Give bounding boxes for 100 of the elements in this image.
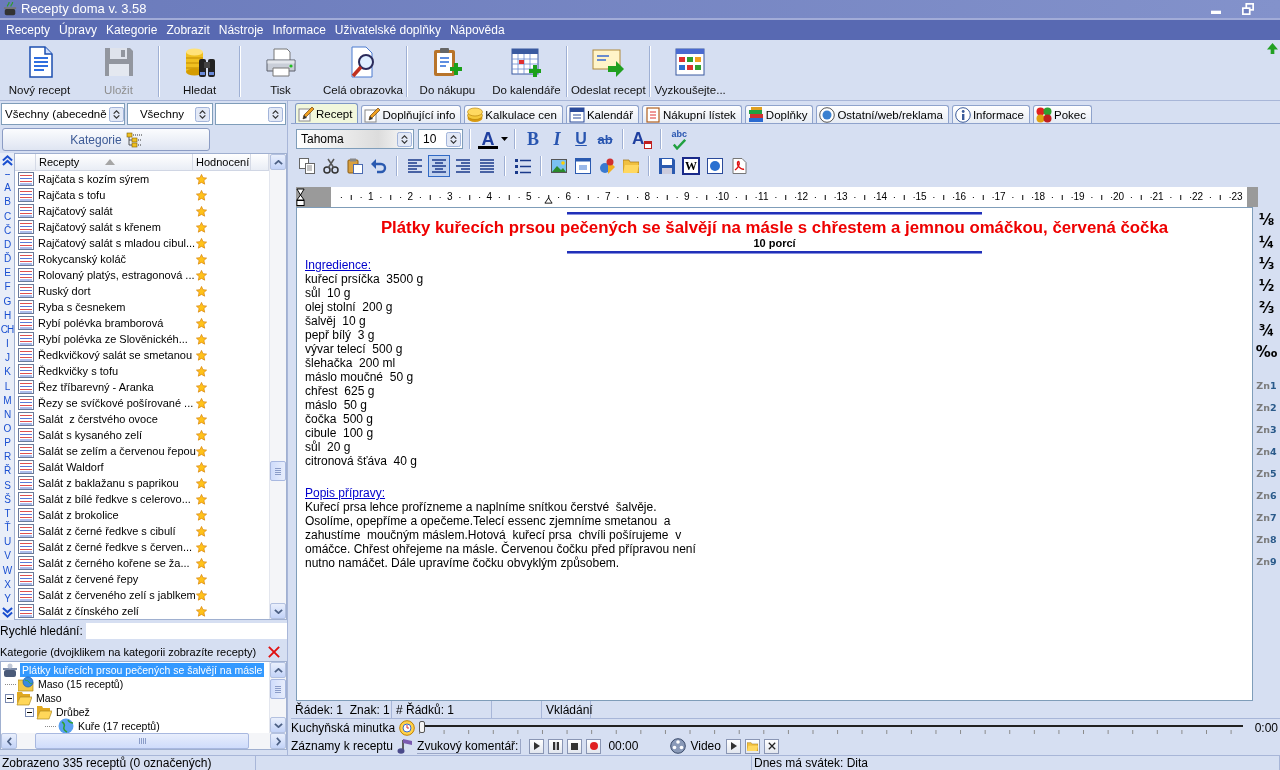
font-dialog-button[interactable]: A bbox=[630, 128, 655, 150]
tab[interactable]: Recept bbox=[295, 103, 359, 123]
fraction-button[interactable]: ½ bbox=[1254, 275, 1279, 297]
word-export-button[interactable]: W bbox=[682, 157, 700, 175]
scroll-up-button[interactable] bbox=[270, 662, 286, 678]
table-cell[interactable]: Salát z červené řepy bbox=[36, 571, 139, 587]
play-button[interactable] bbox=[726, 738, 742, 754]
table-cell[interactable]: Salát z červeného zelí s jablkem bbox=[36, 587, 196, 603]
toolbar-button[interactable]: Celá obrazovka bbox=[320, 43, 406, 100]
web-button[interactable] bbox=[704, 155, 726, 177]
tree-item[interactable]: Maso (15 receptů) bbox=[36, 677, 126, 691]
alphabet-letter[interactable]: P bbox=[4, 437, 10, 450]
table-cell[interactable]: Salát z baklažanu s paprikou bbox=[36, 475, 179, 491]
slider-thumb[interactable] bbox=[419, 721, 426, 733]
alphabet-letter[interactable]: X bbox=[4, 578, 10, 591]
alphabet-letter[interactable]: E bbox=[4, 267, 10, 280]
table-cell[interactable]: Salát Waldorf bbox=[36, 459, 104, 475]
record-button[interactable] bbox=[586, 738, 602, 754]
scroll-thumb[interactable] bbox=[270, 679, 286, 699]
fraction-button[interactable]: ¼ bbox=[1254, 231, 1279, 253]
menu-item[interactable]: Úpravy bbox=[55, 21, 102, 39]
table-cell[interactable]: Rokycanský koláč bbox=[36, 251, 127, 267]
indent-marker-icon[interactable] bbox=[296, 188, 305, 206]
menu-item[interactable]: Uživatelské doplňky bbox=[330, 21, 445, 39]
alphabet-letter[interactable]: Y bbox=[4, 592, 10, 605]
alphabet-letter[interactable]: C bbox=[3, 210, 11, 223]
vertical-scrollbar[interactable] bbox=[269, 662, 286, 733]
table-cell[interactable]: Rajčatový salát bbox=[36, 203, 113, 219]
font-size-dropdown[interactable]: 10 bbox=[418, 129, 463, 149]
zone-button[interactable]: Zn8 bbox=[1254, 528, 1279, 550]
toolbar-button[interactable]: Tisk bbox=[241, 43, 320, 100]
alphabet-letter[interactable]: Č bbox=[3, 224, 11, 237]
alphabet-letter[interactable]: H bbox=[3, 309, 11, 322]
table-cell[interactable]: Řez tříbarevný - Aranka bbox=[36, 379, 154, 395]
menu-item[interactable]: Kategorie bbox=[102, 21, 162, 39]
filter-dropdown[interactable]: Všechny bbox=[127, 103, 213, 125]
menu-item[interactable]: Informace bbox=[268, 21, 330, 39]
fraction-button[interactable]: ‰ bbox=[1254, 341, 1279, 363]
double-chevron-up-icon[interactable] bbox=[1, 155, 13, 166]
vertical-scrollbar[interactable] bbox=[269, 154, 286, 619]
collapse-icon[interactable] bbox=[25, 707, 34, 717]
close-button[interactable] bbox=[764, 738, 780, 754]
table-cell[interactable]: Rajčatový salát s křenem bbox=[36, 219, 161, 235]
toolbar-button[interactable]: Odeslat recept bbox=[567, 43, 649, 100]
zone-button[interactable]: Zn7 bbox=[1254, 506, 1279, 528]
font-dropdown[interactable]: Tahoma bbox=[296, 129, 414, 149]
save-button[interactable] bbox=[656, 155, 678, 177]
table-cell[interactable]: Salát z čerstvého ovoce bbox=[36, 411, 158, 427]
table-cell[interactable]: Ředkvičky s tofu bbox=[36, 363, 119, 379]
alphabet-letter[interactable]: A bbox=[4, 182, 10, 195]
table-cell[interactable]: Salát se zelím a červenou řepou bbox=[36, 443, 196, 459]
alphabet-letter[interactable]: -- bbox=[4, 168, 10, 181]
table-cell[interactable]: Řezy se svíčkové pošírované ... bbox=[36, 395, 194, 411]
fraction-button[interactable]: ⅔ bbox=[1254, 297, 1279, 319]
alphabet-letter[interactable]: D bbox=[3, 238, 11, 251]
fraction-button[interactable]: ¾ bbox=[1254, 319, 1279, 341]
alphabet-letter[interactable]: Ď bbox=[3, 253, 11, 266]
zone-button[interactable]: Zn5 bbox=[1254, 462, 1279, 484]
scroll-down-button[interactable] bbox=[270, 717, 286, 733]
alphabet-letter[interactable]: U bbox=[3, 536, 11, 549]
alphabet-letter[interactable]: G bbox=[3, 295, 11, 308]
tab[interactable]: Kalkulace cen bbox=[464, 105, 563, 123]
tab[interactable]: Informace bbox=[951, 105, 1030, 123]
table-cell[interactable]: Rajčata s kozím sýrem bbox=[36, 171, 150, 187]
zone-button[interactable]: Zn1 bbox=[1254, 374, 1279, 396]
table-cell[interactable]: Salát z brokolice bbox=[36, 507, 119, 523]
form-button[interactable] bbox=[572, 155, 594, 177]
collapse-icon[interactable] bbox=[5, 693, 14, 703]
table-cell[interactable]: Ředkvičkový salát se smetanou bbox=[36, 347, 193, 363]
horizontal-scrollbar[interactable] bbox=[0, 733, 287, 750]
filter-dropdown[interactable] bbox=[215, 103, 286, 125]
tab[interactable]: Kalendář bbox=[565, 105, 639, 123]
scroll-thumb[interactable] bbox=[35, 733, 249, 749]
menu-item[interactable]: Nápověda bbox=[445, 21, 509, 39]
alphabet-letter[interactable]: T bbox=[4, 507, 10, 520]
fraction-button[interactable]: ⅓ bbox=[1254, 253, 1279, 275]
scroll-right-button[interactable] bbox=[270, 733, 286, 749]
caret-down-icon[interactable] bbox=[501, 137, 508, 141]
play-button[interactable] bbox=[529, 738, 545, 754]
fraction-button[interactable]: ⅛ bbox=[1254, 209, 1279, 231]
alphabet-letter[interactable]: CH bbox=[0, 323, 14, 336]
table-cell[interactable]: Salát s kysaného zelí bbox=[36, 427, 142, 443]
alphabet-letter[interactable]: M bbox=[3, 394, 11, 407]
alphabet-letter[interactable]: B bbox=[4, 196, 10, 209]
zone-button[interactable]: Zn9 bbox=[1254, 550, 1279, 572]
column-header[interactable]: Hodnocení bbox=[193, 154, 251, 170]
zone-button[interactable]: Zn6 bbox=[1254, 484, 1279, 506]
column-header[interactable]: Recepty bbox=[36, 154, 193, 170]
quick-search-field[interactable] bbox=[85, 623, 287, 639]
zone-button[interactable]: Zn3 bbox=[1254, 418, 1279, 440]
menu-item[interactable]: Zobrazit bbox=[162, 21, 214, 39]
alphabet-letter[interactable]: S bbox=[4, 479, 10, 492]
scroll-up-button[interactable] bbox=[270, 154, 286, 170]
table-cell[interactable]: Salát z černé ředkve s cibulí bbox=[36, 523, 176, 539]
pause-button[interactable] bbox=[548, 738, 564, 754]
bold-button[interactable]: B bbox=[522, 128, 544, 150]
table-cell[interactable]: Salát z černého kořene se ža... bbox=[36, 555, 190, 571]
align-center-button[interactable] bbox=[428, 155, 450, 177]
alphabet-letter[interactable]: W bbox=[2, 564, 12, 577]
alphabet-letter[interactable]: Ť bbox=[4, 522, 10, 535]
